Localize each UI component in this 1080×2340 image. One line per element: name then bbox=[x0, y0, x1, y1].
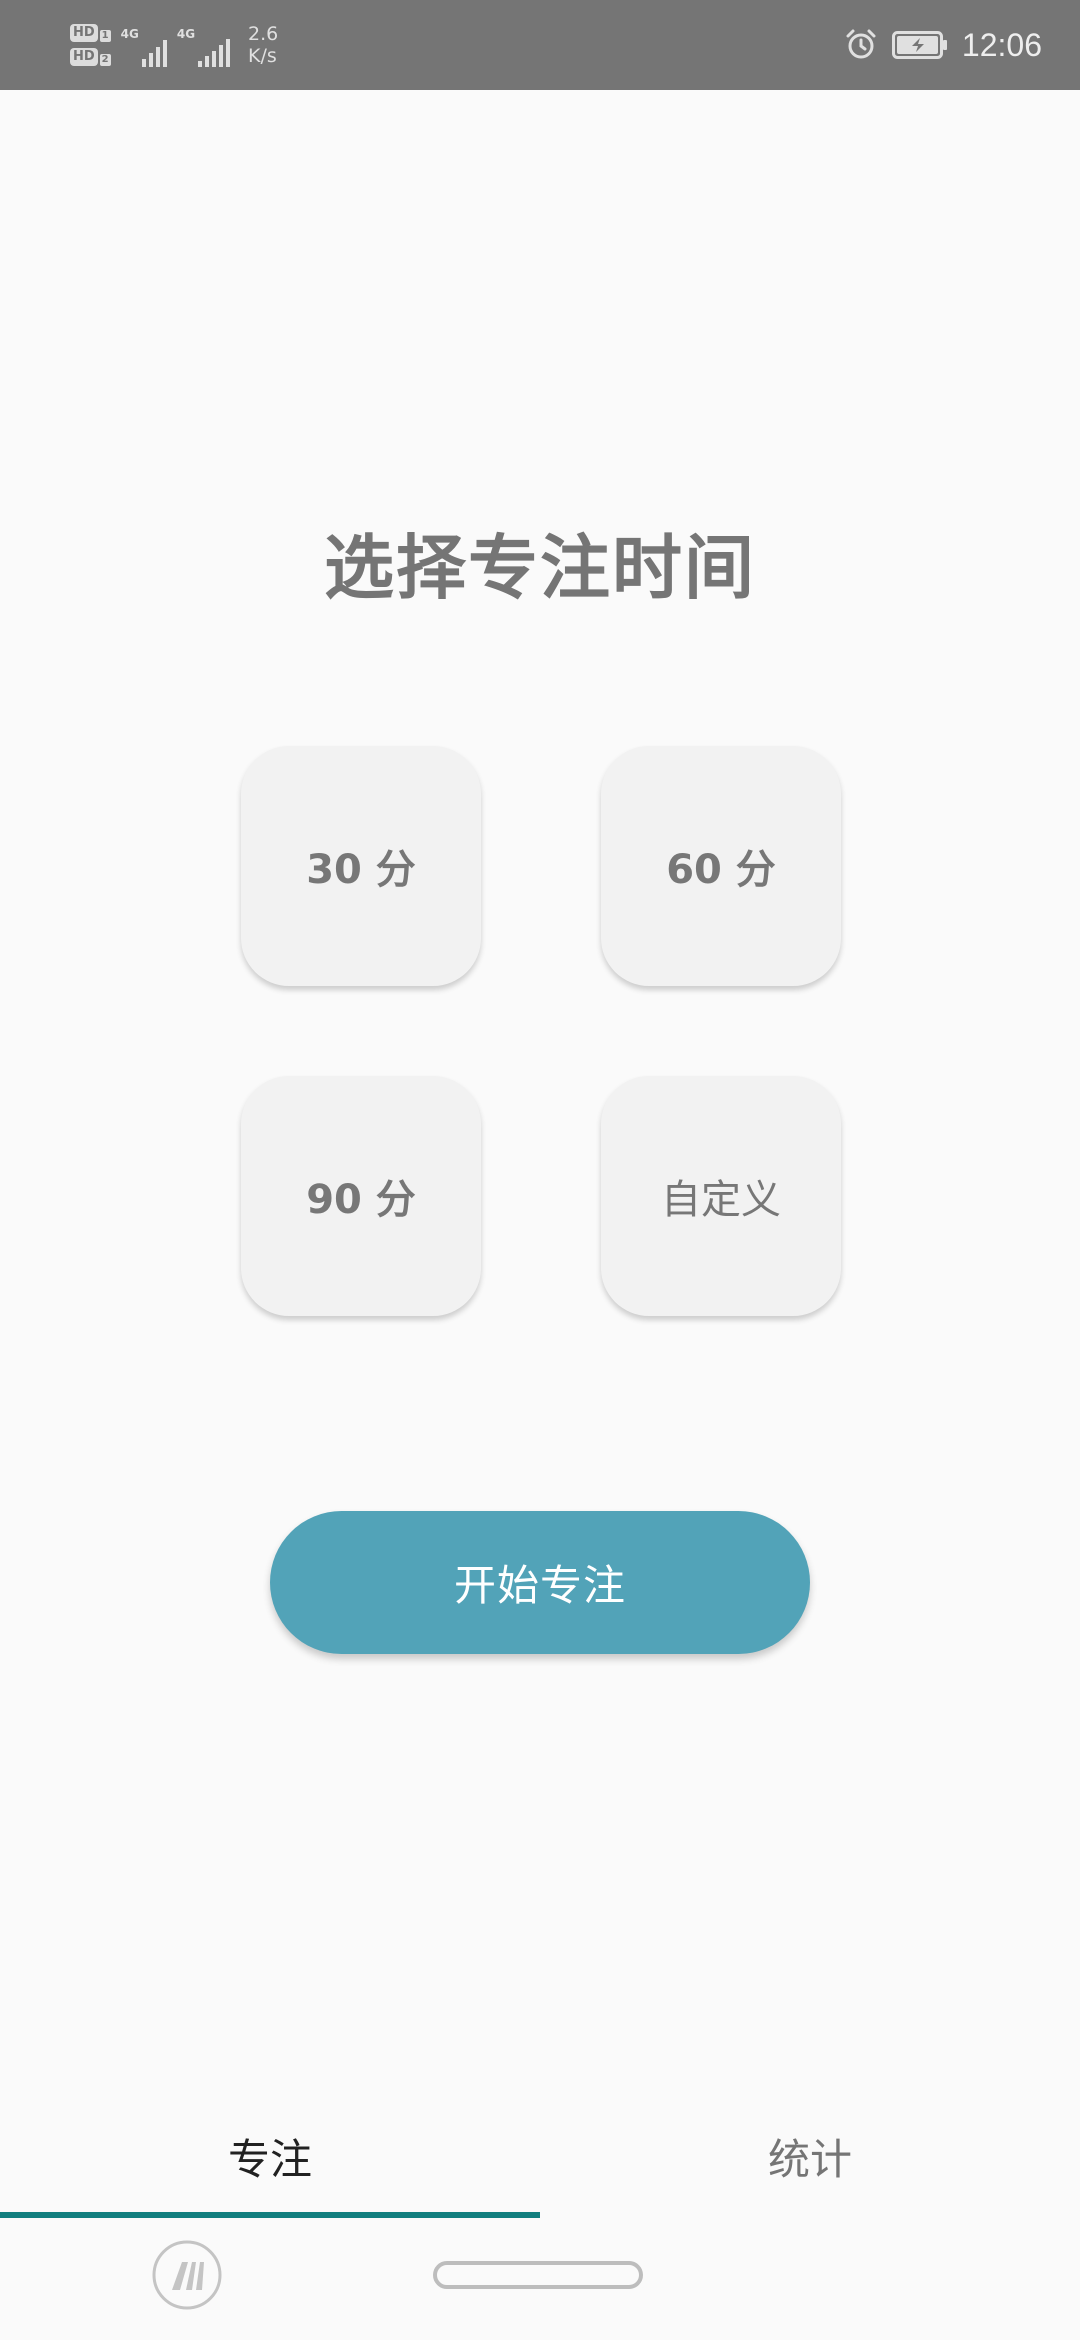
network-speed-value: 2.6 bbox=[248, 23, 279, 45]
start-focus-button[interactable]: 开始专注 bbox=[270, 1511, 810, 1654]
tab-selected-indicator bbox=[0, 2212, 540, 2218]
assistant-icon[interactable] bbox=[152, 2240, 222, 2310]
page-title: 选择专注时间 bbox=[324, 527, 756, 609]
status-bar-left: HD 1 HD 2 4G 4G 2.6 K/s bbox=[70, 14, 278, 76]
status-bar-right: 12:06 bbox=[844, 18, 1042, 72]
clock-time: 12:06 bbox=[961, 26, 1042, 63]
screen: HD 1 HD 2 4G 4G 2.6 K/s 12:06 选择专注时间 30 … bbox=[0, 0, 1080, 2340]
hd-badge-1: HD bbox=[70, 24, 98, 42]
option-30-min-label: 30 分 bbox=[306, 847, 416, 893]
status-bar: HD 1 HD 2 4G 4G 2.6 K/s 12:06 bbox=[0, 0, 1080, 90]
alarm-icon bbox=[846, 29, 876, 59]
option-60-min-button[interactable]: 60 分 bbox=[601, 746, 841, 986]
option-30-min-button[interactable]: 30 分 bbox=[241, 746, 481, 986]
option-60-min-label: 60 分 bbox=[666, 847, 776, 893]
option-90-min-button[interactable]: 90 分 bbox=[241, 1076, 481, 1316]
hd-row-2: HD 2 bbox=[70, 48, 111, 66]
hd-indicators: HD 1 HD 2 bbox=[70, 24, 111, 66]
tab-focus-label: 专注 bbox=[227, 2134, 312, 2184]
hd-row-1: HD 1 bbox=[70, 24, 111, 42]
hd-badge-2: HD bbox=[70, 48, 98, 66]
start-focus-label: 开始专注 bbox=[453, 1561, 626, 1610]
network-speed-unit: K/s bbox=[248, 45, 277, 67]
signal-group-2: 4G bbox=[176, 23, 231, 67]
tab-focus[interactable]: 专注 bbox=[0, 2098, 540, 2214]
option-custom-label: 自定义 bbox=[661, 1177, 781, 1223]
option-custom-button[interactable]: 自定义 bbox=[601, 1076, 841, 1316]
network-type-1: 4G bbox=[120, 27, 139, 41]
tab-statistics-label: 统计 bbox=[767, 2134, 852, 2184]
network-speed: 2.6 K/s bbox=[248, 23, 278, 67]
system-navigation-bar bbox=[0, 2220, 1080, 2340]
home-pill-button[interactable] bbox=[433, 2261, 643, 2289]
network-type-2: 4G bbox=[176, 27, 196, 41]
battery-charging-icon bbox=[891, 31, 947, 59]
signal-bars-icon bbox=[198, 33, 231, 67]
sim-number-1: 1 bbox=[99, 30, 111, 42]
signal-bars-icon bbox=[141, 33, 167, 67]
sim-number-2: 2 bbox=[99, 54, 111, 66]
tab-statistics[interactable]: 统计 bbox=[540, 2098, 1080, 2214]
bottom-tab-bar: 专注 统计 bbox=[0, 2098, 1080, 2220]
option-90-min-label: 90 分 bbox=[306, 1177, 416, 1223]
signal-group-1: 4G bbox=[121, 23, 167, 67]
